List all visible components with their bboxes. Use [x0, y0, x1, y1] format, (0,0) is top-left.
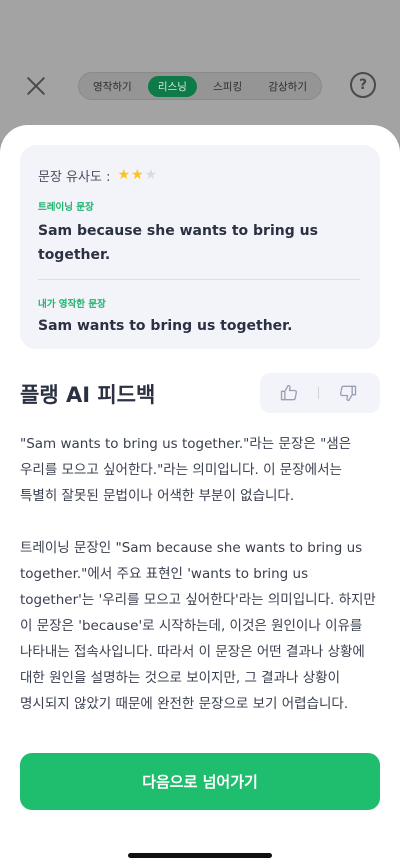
feedback-body: "Sam wants to bring us together."라는 문장은 … — [20, 431, 382, 743]
training-sentence-label: 트레이닝 문장 — [38, 202, 94, 213]
feedback-paragraph: 트레이닝 문장인 "Sam because she wants to bring… — [20, 540, 376, 712]
home-indicator — [128, 853, 272, 858]
close-icon[interactable] — [24, 74, 48, 98]
background-header: 영작하기 리스닝 스피킹 감상하기 ? — [0, 0, 400, 140]
my-sentence: Sam wants to bring us together. — [38, 318, 293, 334]
tab-listening[interactable]: 리스닝 — [147, 75, 197, 97]
thumbs-up-icon[interactable] — [260, 373, 318, 413]
sentence-compare-card: 문장 유사도 : ★ ★ ★ 트레이닝 문장 Sam because she w… — [20, 145, 380, 349]
mode-tabs: 영작하기 리스닝 스피킹 감상하기 — [78, 72, 322, 100]
tab-compose[interactable]: 영작하기 — [83, 76, 142, 97]
similarity-row: 문장 유사도 : ★ ★ ★ — [38, 165, 362, 185]
training-sentence: Sam because she wants to bring us togeth… — [38, 223, 318, 263]
feedback-paragraph: "Sam wants to bring us together."라는 문장은 … — [20, 436, 352, 504]
next-button[interactable]: 다음으로 넘어가기 — [20, 753, 380, 810]
thumbs-down-icon[interactable] — [319, 373, 377, 413]
feedback-title: 플랭 AI 피드백 — [20, 383, 156, 407]
divider — [38, 279, 360, 280]
tab-speaking[interactable]: 스피킹 — [203, 76, 252, 97]
similarity-stars: ★ ★ ★ — [116, 168, 157, 182]
my-sentence-label: 내가 영작한 문장 — [38, 299, 106, 310]
star-icon: ★ — [117, 167, 131, 183]
similarity-label: 문장 유사도 : — [38, 169, 111, 185]
tab-appreciation[interactable]: 감상하기 — [258, 76, 317, 97]
feedback-rating — [260, 373, 380, 413]
star-icon: ★ — [131, 167, 144, 183]
feedback-sheet: 문장 유사도 : ★ ★ ★ 트레이닝 문장 Sam because she w… — [0, 125, 400, 867]
star-icon: ★ — [144, 167, 158, 183]
help-icon[interactable]: ? — [350, 72, 376, 98]
